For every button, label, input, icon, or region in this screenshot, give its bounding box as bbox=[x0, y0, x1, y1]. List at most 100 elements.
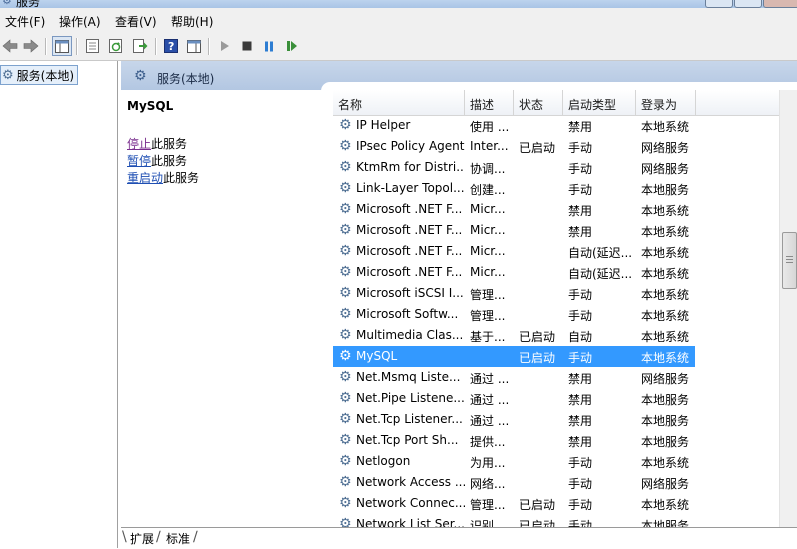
service-logon-cell: 本地系统 bbox=[641, 120, 690, 134]
properties-button[interactable] bbox=[82, 36, 102, 56]
service-name-cell: Microsoft .NET F... bbox=[356, 265, 463, 279]
column-header-name[interactable]: ˄ 名称 bbox=[333, 90, 465, 115]
column-header-status[interactable]: 状态 bbox=[514, 90, 563, 115]
service-name-title: MySQL bbox=[127, 99, 174, 113]
service-description-cell: 管理... bbox=[470, 309, 506, 323]
table-row[interactable]: ⚙ Microsoft .NET F... Micr... 禁用 本地系统 bbox=[333, 220, 779, 241]
menu-action[interactable]: 操作(A) bbox=[59, 13, 101, 30]
thumb-grip bbox=[786, 259, 793, 260]
service-logon-cell: 本地系统 bbox=[641, 498, 690, 512]
service-startup-type-cell: 手动 bbox=[568, 141, 593, 155]
window-title: 服务 bbox=[16, 0, 41, 8]
service-name-cell: IPsec Policy Agent bbox=[356, 139, 465, 153]
pause-action-suffix: 此服务 bbox=[151, 154, 188, 168]
export-list-button[interactable] bbox=[130, 36, 150, 56]
service-status-cell: 已启动 bbox=[519, 498, 556, 512]
service-description-cell: 使用 ... bbox=[470, 120, 510, 134]
tree-item-services-local[interactable]: ⚙ 服务(本地) bbox=[0, 65, 79, 85]
table-row-selected[interactable]: ⚙ MySQL 已启动 手动 本地系统 bbox=[333, 346, 695, 367]
thumb-grip bbox=[786, 262, 793, 263]
table-row[interactable]: ⚙ Microsoft Softw... 管理... 手动 本地系统 bbox=[333, 304, 779, 325]
tab-standard[interactable]: 标准 bbox=[166, 530, 190, 547]
menu-help[interactable]: 帮助(H) bbox=[171, 13, 213, 30]
table-row[interactable]: ⚙ KtmRm for Distri... 协调... 手动 网络服务 bbox=[333, 157, 779, 178]
table-row[interactable]: ⚙ Multimedia Clas... 基于... 已启动 自动 本地系统 bbox=[333, 325, 779, 346]
service-description-cell: Micr... bbox=[470, 244, 506, 258]
scrollbar-thumb[interactable] bbox=[782, 232, 797, 289]
stop-service-button[interactable] bbox=[237, 36, 257, 56]
table-row[interactable]: ⚙ Network Access ... 网络... 手动 网络服务 bbox=[333, 472, 779, 493]
gear-icon: ⚙ bbox=[339, 516, 352, 527]
service-name-cell: Net.Pipe Listene... bbox=[356, 391, 465, 405]
play-icon bbox=[221, 41, 229, 51]
stop-service-link[interactable]: 停止 bbox=[127, 137, 151, 151]
menu-file[interactable]: 文件(F) bbox=[5, 13, 45, 30]
minimize-button[interactable] bbox=[705, 0, 733, 8]
service-description-cell: 为用... bbox=[470, 456, 506, 470]
table-row[interactable]: ⚙ Microsoft .NET F... Micr... 自动(延迟... 本地系统 bbox=[333, 241, 779, 262]
table-row[interactable]: ⚙ Link-Layer Topol... 创建... 手动 本地服务 bbox=[333, 178, 779, 199]
service-startup-type-cell: 禁用 bbox=[568, 120, 593, 134]
title-bar: ⚙ 服务 bbox=[0, 0, 797, 8]
table-row[interactable]: ⚙ Network Connec... 管理... 已启动 手动 本地系统 bbox=[333, 493, 779, 514]
table-row[interactable]: ⚙ Microsoft .NET F... Micr... 禁用 本地系统 bbox=[333, 199, 779, 220]
service-startup-type-cell: 手动 bbox=[568, 309, 593, 323]
column-header-startup-type[interactable]: 启动类型 bbox=[563, 90, 636, 115]
table-row[interactable]: ⚙ Net.Pipe Listene... 通过 ... 禁用 本地服务 bbox=[333, 388, 779, 409]
export-icon bbox=[132, 39, 147, 53]
services-pane: ⚙ 服务(本地) MySQL 停止此服务 暂停此服务 重启动此服务 ˄ 名称 描… bbox=[121, 61, 797, 527]
service-logon-cell: 本地服务 bbox=[641, 519, 690, 527]
thumb-grip bbox=[786, 256, 793, 257]
column-header-description[interactable]: 描述 bbox=[465, 90, 514, 115]
table-row[interactable]: ⚙ Network List Ser... 识别... 已启动 手动 本地服务 bbox=[333, 514, 779, 527]
service-description-cell: 通过 ... bbox=[470, 414, 510, 428]
service-description-cell: 识别... bbox=[470, 519, 506, 527]
table-row[interactable]: ⚙ IPsec Policy Agent Inter... 已启动 手动 网络服务 bbox=[333, 136, 779, 157]
table-row[interactable]: ⚙ Net.Tcp Port Sh... 提供... 禁用 本地服务 bbox=[333, 430, 779, 451]
column-header-log-on-as[interactable]: 登录为 bbox=[636, 90, 696, 115]
svg-text:?: ? bbox=[168, 40, 174, 53]
start-service-button[interactable] bbox=[215, 36, 235, 56]
column-header-label: 描述 bbox=[470, 98, 495, 112]
pause-service-button[interactable] bbox=[259, 36, 279, 56]
service-rows: ⚙ IP Helper 使用 ... 禁用 本地系统 ⚙ IPsec Policy Agen… bbox=[333, 115, 779, 527]
service-logon-cell: 本地服务 bbox=[641, 414, 690, 428]
close-button[interactable] bbox=[763, 0, 797, 8]
service-name-cell: MySQL bbox=[356, 349, 398, 363]
tab-extended[interactable]: 扩展 bbox=[130, 530, 154, 547]
service-description-cell: 协调... bbox=[470, 162, 506, 176]
help-icon: ? bbox=[164, 39, 178, 53]
service-description-cell: 管理... bbox=[470, 498, 506, 512]
back-button[interactable] bbox=[0, 36, 20, 56]
gear-icon: ⚙ bbox=[2, 67, 14, 83]
service-logon-cell: 本地服务 bbox=[641, 435, 690, 449]
gear-icon: ⚙ bbox=[339, 348, 352, 364]
refresh-button[interactable] bbox=[106, 36, 126, 56]
table-row[interactable]: ⚙ IP Helper 使用 ... 禁用 本地系统 bbox=[333, 115, 779, 136]
service-name-cell: Multimedia Clas... bbox=[356, 328, 464, 342]
help-button[interactable]: ? bbox=[161, 36, 181, 56]
show-action-pane-button[interactable] bbox=[184, 36, 204, 56]
service-name-cell: Net.Tcp Port Sh... bbox=[356, 433, 459, 447]
toolbar-separator bbox=[155, 38, 157, 55]
table-row[interactable]: ⚙ Microsoft .NET F... Micr... 自动(延迟... 本地系统 bbox=[333, 262, 779, 283]
table-row[interactable]: ⚙ Net.Msmq Liste... 通过 ... 禁用 网络服务 bbox=[333, 367, 779, 388]
table-row[interactable]: ⚙ Net.Tcp Listener... 通过 ... 禁用 本地服务 bbox=[333, 409, 779, 430]
forward-button[interactable] bbox=[21, 36, 41, 56]
gear-icon: ⚙ bbox=[339, 117, 352, 133]
service-logon-cell: 本地系统 bbox=[641, 309, 690, 323]
table-row[interactable]: ⚙ Netlogon 为用... 手动 本地系统 bbox=[333, 451, 779, 472]
gear-icon: ⚙ bbox=[339, 369, 352, 385]
pause-service-link[interactable]: 暂停 bbox=[127, 154, 151, 168]
restart-service-button[interactable] bbox=[282, 36, 302, 56]
menu-view[interactable]: 查看(V) bbox=[115, 13, 157, 30]
sort-ascending-icon: ˄ bbox=[393, 90, 398, 98]
service-name-cell: KtmRm for Distri... bbox=[356, 160, 465, 174]
show-tree-button[interactable] bbox=[52, 36, 72, 56]
restart-service-link[interactable]: 重启动 bbox=[127, 171, 163, 185]
maximize-button[interactable] bbox=[734, 0, 762, 8]
service-startup-type-cell: 自动(延迟... bbox=[568, 246, 632, 260]
vertical-scrollbar[interactable] bbox=[779, 90, 797, 527]
tab-divider: ∕ bbox=[156, 529, 161, 545]
table-row[interactable]: ⚙ Microsoft iSCSI I... 管理... 手动 本地系统 bbox=[333, 283, 779, 304]
